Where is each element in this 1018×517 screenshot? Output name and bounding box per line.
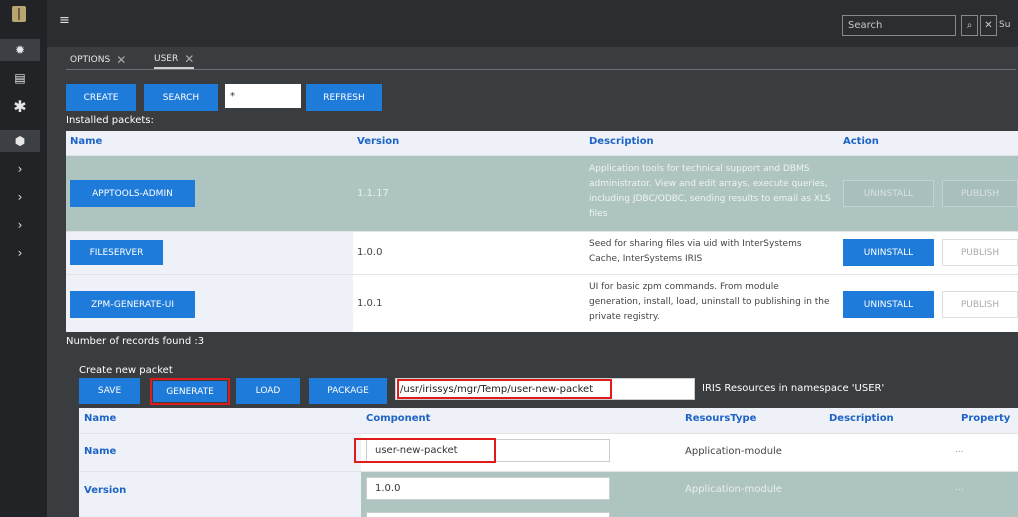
hamburger-menu-icon[interactable]: ≡: [59, 13, 70, 28]
table-row: ZPM-GENERATE-UI 1.0.1 UI for basic zpm c…: [66, 274, 1018, 332]
tab-bar: OPTIONS ✕ USER ✕: [66, 50, 1016, 70]
create-title: Create new packet: [79, 365, 173, 376]
table-row: Version Application-module ...: [79, 471, 1018, 517]
column-header: Action: [843, 136, 879, 147]
tab-user-label: USER: [154, 53, 179, 64]
close-tab-icon[interactable]: ✕: [184, 52, 194, 66]
resource-type-cell: Application-module: [685, 484, 782, 495]
column-header: Component: [366, 413, 431, 424]
field-name: Version: [84, 485, 127, 496]
table-row: FILESERVER 1.0.0 Seed for sharing files …: [66, 231, 1018, 274]
tab-user[interactable]: USER ✕: [154, 50, 195, 69]
package-name-button[interactable]: ZPM-GENERATE-UI: [70, 291, 195, 318]
table-header: Name Version Description Action: [66, 131, 1018, 155]
publish-button[interactable]: PUBLISH: [942, 180, 1018, 207]
tab-options-label: OPTIONS: [70, 54, 111, 65]
component-version-input[interactable]: [366, 477, 610, 500]
installed-table: Name Version Description Action APPTOOLS…: [66, 131, 1018, 332]
highlight-box: [354, 438, 496, 463]
publish-button[interactable]: PUBLISH: [942, 239, 1018, 266]
version-cell: 1.0.0: [357, 247, 383, 258]
table-row: APPTOOLS-ADMIN 1.1.17 Application tools …: [66, 155, 1018, 231]
package-icon[interactable]: ⬢: [0, 130, 40, 152]
tab-options[interactable]: OPTIONS ✕: [70, 50, 126, 69]
mask-input[interactable]: [225, 84, 301, 108]
user-label: Su: [999, 20, 1011, 30]
column-header: Version: [357, 136, 400, 147]
property-cell[interactable]: ...: [955, 483, 964, 493]
list-icon[interactable]: ▤: [0, 67, 40, 89]
package-name-button[interactable]: FILESERVER: [70, 240, 163, 265]
publish-button[interactable]: PUBLISH: [942, 291, 1018, 318]
column-header: ResoursType: [685, 413, 757, 424]
column-header: Description: [589, 136, 654, 147]
highlight-box: [397, 379, 612, 399]
column-header: Name: [70, 136, 103, 147]
next-row-input[interactable]: [366, 512, 610, 517]
namespace-label: IRIS Resources in namespace 'USER': [702, 383, 885, 394]
app-logo-icon: [12, 6, 26, 22]
create-table: Name Component ResoursType Description P…: [79, 408, 1018, 517]
package-button[interactable]: PACKAGE: [309, 378, 387, 404]
top-bar: ≡ ⌕ ✕ Su: [47, 0, 1018, 47]
records-count: Number of records found :3: [66, 336, 205, 347]
generate-button[interactable]: GENERATE: [150, 378, 230, 405]
sidebar: ✹ ▤ ✱ ⬢ › › › ›: [0, 0, 47, 517]
column-header: Property: [961, 413, 1011, 424]
description-cell: Application tools for technical support …: [589, 164, 831, 219]
uninstall-button[interactable]: UNINSTALL: [843, 291, 934, 318]
description-cell: UI for basic zpm commands. From module g…: [589, 282, 830, 322]
column-header: Description: [829, 413, 894, 424]
create-button[interactable]: CREATE: [66, 84, 136, 111]
version-cell: 1.0.1: [357, 298, 383, 309]
gear-icon[interactable]: ✹: [0, 39, 40, 61]
close-icon[interactable]: ✕: [980, 15, 997, 36]
asterisk-icon[interactable]: ✱: [0, 95, 40, 117]
search-icon[interactable]: ⌕: [961, 15, 978, 36]
search-button[interactable]: SEARCH: [144, 84, 218, 111]
version-cell: 1.1.17: [357, 188, 389, 199]
column-header: Name: [84, 413, 117, 424]
chevron-right-icon[interactable]: ›: [0, 214, 40, 236]
chevron-right-icon[interactable]: ›: [0, 158, 40, 180]
resource-type-cell: Application-module: [685, 446, 782, 457]
chevron-right-icon[interactable]: ›: [0, 242, 40, 264]
installed-title: Installed packets:: [66, 115, 154, 126]
refresh-button[interactable]: REFRESH: [306, 84, 382, 111]
save-button[interactable]: SAVE: [79, 378, 140, 404]
table-row: Name Application-module ...: [79, 433, 1018, 471]
uninstall-button[interactable]: UNINSTALL: [843, 180, 934, 207]
search-input[interactable]: [842, 15, 956, 36]
package-name-button[interactable]: APPTOOLS-ADMIN: [70, 180, 195, 207]
chevron-right-icon[interactable]: ›: [0, 186, 40, 208]
property-cell[interactable]: ...: [955, 445, 964, 455]
description-cell: Seed for sharing files via uid with Inte…: [589, 239, 802, 264]
uninstall-button[interactable]: UNINSTALL: [843, 239, 934, 266]
field-name: Name: [84, 446, 117, 457]
load-button[interactable]: LOAD: [236, 378, 300, 404]
table-header: Name Component ResoursType Description P…: [79, 408, 1018, 433]
close-tab-icon[interactable]: ✕: [116, 53, 126, 67]
